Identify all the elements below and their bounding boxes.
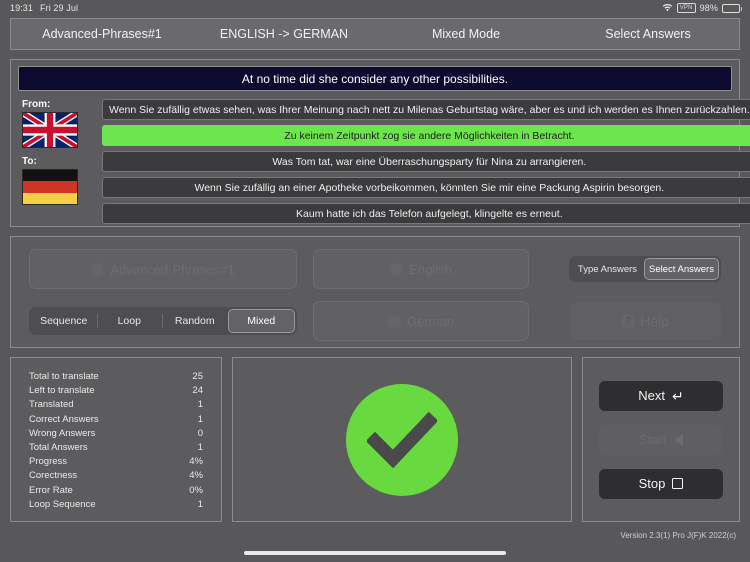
to-label: To: xyxy=(22,156,37,167)
start-button[interactable]: Start xyxy=(599,424,723,455)
stat-row: Progress 4% xyxy=(29,455,203,469)
stat-row: Left to translate 24 xyxy=(29,384,203,398)
status-bar-right: VPN 98% xyxy=(662,3,742,13)
answer-option[interactable]: Wenn Sie zufällig an einer Apotheke vorb… xyxy=(102,177,750,198)
answer-option[interactable]: Wenn Sie zufällig etwas sehen, was Ihrer… xyxy=(102,99,750,120)
vpn-badge: VPN xyxy=(676,3,696,13)
stop-button-label: Stop xyxy=(638,476,666,491)
stat-label: Total to translate xyxy=(29,371,99,382)
stat-value: 4% xyxy=(189,470,203,482)
stat-value: 4% xyxy=(189,456,203,468)
play-mode-segmented-control[interactable]: Sequence Loop Random Mixed xyxy=(29,307,297,335)
answer-option[interactable]: Was Tom tat, war eine Überraschungsparty… xyxy=(102,151,750,172)
bottom-row: Total to translate 25 Left to translate … xyxy=(10,357,740,522)
start-button-label: Start xyxy=(639,432,667,447)
tab-lesson-name[interactable]: Advanced-Phrases#1 xyxy=(11,19,193,49)
segment-loop[interactable]: Loop xyxy=(96,309,163,333)
status-bar-date: Fri 29 Jul xyxy=(40,3,79,13)
stat-label: Total Answers xyxy=(29,442,88,454)
checkmark-circle-icon xyxy=(346,383,458,496)
stat-label: Corectness xyxy=(29,470,78,482)
stop-button[interactable]: Stop xyxy=(599,468,723,499)
stat-value: 1 xyxy=(197,498,203,510)
question-mark-icon: ? xyxy=(621,313,637,329)
home-indicator[interactable] xyxy=(244,551,506,555)
wifi-icon xyxy=(662,3,673,13)
stat-row: Correct Answers 1 xyxy=(29,413,203,427)
stat-label: Left to translate xyxy=(29,385,95,397)
help-button[interactable]: ? Help xyxy=(569,302,721,340)
status-bar-left: 19:31 Fri 29 Jul xyxy=(10,3,78,13)
stat-value: 0% xyxy=(189,484,203,496)
tab-language-pair[interactable]: ENGLISH -> GERMAN xyxy=(193,19,375,49)
next-button-label: Next xyxy=(638,388,665,403)
version-text: Version 2.3(1) Pro J(F)K 2022(c) xyxy=(620,531,736,540)
stop-square-icon xyxy=(672,478,684,489)
dropdown-chevron-icon xyxy=(388,314,402,328)
settings-panel: Advanced-Phrases#1 English Type Answers … xyxy=(10,236,740,348)
stat-label: Error Rate xyxy=(29,484,73,496)
stat-value: 1 xyxy=(197,442,203,454)
stat-row: Error Rate 0% xyxy=(29,484,203,498)
lesson-dropdown-value: Advanced-Phrases#1 xyxy=(110,261,235,277)
stat-value: 1 xyxy=(197,413,203,425)
question-banner: At no time did she consider any other po… xyxy=(18,66,732,91)
ios-status-bar: 19:31 Fri 29 Jul VPN 98% xyxy=(0,0,750,16)
phrase-panel: At no time did she consider any other po… xyxy=(10,59,750,227)
stat-value: 25 xyxy=(192,371,203,382)
stat-row: Translated 1 xyxy=(29,398,203,412)
stat-label: Translated xyxy=(29,399,74,411)
feedback-panel xyxy=(232,357,572,522)
help-button-label: Help xyxy=(640,313,669,329)
header-tab-bar: Advanced-Phrases#1 ENGLISH -> GERMAN Mix… xyxy=(10,18,740,50)
stat-row: Loop Sequence 1 xyxy=(29,498,203,512)
lesson-dropdown[interactable]: Advanced-Phrases#1 xyxy=(29,249,297,289)
stat-value: 1 xyxy=(197,399,203,411)
stat-value: 0 xyxy=(197,427,203,439)
stat-row: Corectness 4% xyxy=(29,469,203,483)
dropdown-chevron-icon xyxy=(390,262,404,276)
answer-option[interactable]: Kaum hatte ich das Telefon aufgelegt, kl… xyxy=(102,203,750,224)
stat-row: Wrong Answers 0 xyxy=(29,427,203,441)
stat-value: 24 xyxy=(192,385,203,397)
next-button[interactable]: Next ↵ xyxy=(599,380,723,411)
segment-type-answers[interactable]: Type Answers xyxy=(571,258,644,280)
battery-icon xyxy=(722,3,742,13)
segment-mixed[interactable]: Mixed xyxy=(227,309,295,333)
flag-germany-icon xyxy=(22,169,78,205)
to-language-value: German xyxy=(407,313,454,329)
stat-row: Total Answers 1 xyxy=(29,441,203,455)
battery-percent: 98% xyxy=(699,3,718,13)
play-triangle-icon xyxy=(673,433,683,446)
dropdown-chevron-icon xyxy=(91,262,105,276)
from-label: From: xyxy=(22,99,51,110)
flag-united-kingdom-icon xyxy=(22,112,78,148)
flags-column: From: To: xyxy=(18,99,96,224)
statistics-panel: Total to translate 25 Left to translate … xyxy=(10,357,222,522)
stat-label: Correct Answers xyxy=(29,413,99,425)
tab-answer-mode[interactable]: Select Answers xyxy=(557,19,739,49)
from-language-dropdown[interactable]: English xyxy=(313,249,529,289)
stat-label: Progress xyxy=(29,456,68,468)
status-bar-time: 19:31 xyxy=(10,3,34,13)
to-language-dropdown[interactable]: German xyxy=(313,301,529,341)
settings-grid: Advanced-Phrases#1 English Type Answers … xyxy=(29,249,721,341)
segment-select-answers[interactable]: Select Answers xyxy=(644,258,719,280)
phrase-body: From: To: Wenn Sie zufällig etwas sehen,… xyxy=(18,99,750,224)
answer-mode-segmented-control[interactable]: Type Answers Select Answers xyxy=(569,256,721,282)
segment-sequence[interactable]: Sequence xyxy=(31,309,97,333)
answer-option-selected-correct[interactable]: Zu keinem Zeitpunkt zog sie andere Mögli… xyxy=(102,125,750,146)
action-buttons-panel: Next ↵ Start Stop xyxy=(582,357,740,522)
segment-random[interactable]: Random xyxy=(162,309,228,333)
tab-mode[interactable]: Mixed Mode xyxy=(375,19,557,49)
from-language-value: English xyxy=(409,261,452,277)
return-arrow-icon: ↵ xyxy=(672,387,684,404)
answer-options-list: Wenn Sie zufällig etwas sehen, was Ihrer… xyxy=(102,99,750,224)
stat-label: Wrong Answers xyxy=(29,427,96,439)
stat-row: Total to translate 25 xyxy=(29,370,203,384)
stat-label: Loop Sequence xyxy=(29,498,96,510)
